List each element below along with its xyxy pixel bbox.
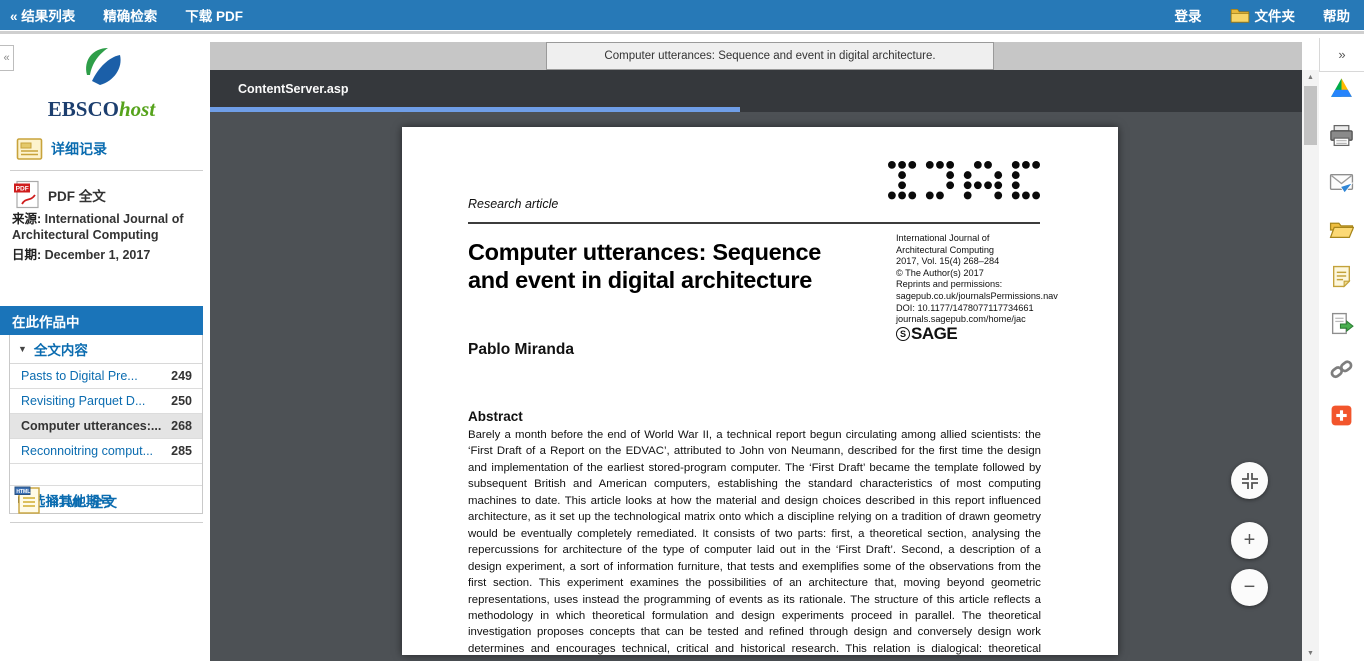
print-button[interactable] [1329, 123, 1354, 148]
export-icon [1329, 311, 1354, 336]
toc-title: Computer utterances:... [21, 419, 161, 433]
scroll-down-button[interactable]: ▼ [1302, 646, 1319, 661]
full-text-contents-label: 全文内容 [34, 339, 88, 359]
toc-title: Pasts to Digital Pre... [21, 369, 138, 383]
toc-item-1[interactable]: Pasts to Digital Pre... 249 [10, 364, 202, 389]
html-file-icon: HTML [14, 486, 41, 515]
toc-item-2[interactable]: Revisiting Parquet D... 250 [10, 389, 202, 414]
toc-title: Revisiting Parquet D... [21, 394, 145, 408]
document-title-tab[interactable]: Computer utterances: Sequence and event … [546, 42, 994, 70]
host-wordmark: host [119, 97, 155, 121]
email-icon [1329, 170, 1354, 195]
toc-page: 268 [171, 419, 192, 433]
source-label: 来源: [12, 212, 41, 226]
tools-panel: » [1319, 34, 1364, 661]
top-divider [0, 31, 1364, 34]
date-label: 日期: [12, 248, 41, 262]
source-info: 来源: International Journal of Architectur… [12, 212, 184, 243]
pdf-viewer-toolbar: ContentServer.asp [210, 70, 1302, 112]
notes-button[interactable] [1329, 264, 1354, 289]
fit-to-page-icon [1241, 472, 1259, 490]
zoom-out-button[interactable]: − [1231, 569, 1268, 606]
notes-icon [1329, 264, 1354, 289]
in-this-work-header: 在此作品中 [0, 306, 203, 335]
content-server-label: ContentServer.asp [238, 70, 348, 107]
zoom-in-button[interactable]: + [1231, 522, 1268, 559]
toc-spacer [10, 464, 202, 485]
ebsco-wordmark: EBSCO [48, 97, 119, 121]
toc-item-3-current[interactable]: Computer utterances:... 268 [10, 414, 202, 439]
scroll-up-button[interactable]: ▲ [1302, 70, 1319, 85]
ebscohost-logo: EBSCOhost [0, 44, 203, 122]
download-pdf-link[interactable]: 下载 PDF [185, 5, 243, 25]
html-full-text-item[interactable]: HTML HTML 全文 [14, 486, 117, 515]
article-type: Research article [468, 197, 558, 211]
permalink-button[interactable] [1329, 357, 1354, 382]
pdf-file-icon: PDF [13, 180, 40, 209]
chevron-down-icon: ▼ [18, 344, 27, 354]
detailed-record-label: 详细记录 [51, 139, 107, 159]
sign-in-link[interactable]: 登录 [1175, 5, 1202, 25]
abstract-heading: Abstract [468, 409, 523, 424]
fit-to-page-button[interactable] [1231, 462, 1268, 499]
pdf-full-text-label: PDF 全文 [48, 185, 106, 205]
add-icon [1329, 403, 1354, 428]
article-title: Computer utterances: Sequence and event … [468, 239, 821, 294]
google-drive-button[interactable] [1329, 76, 1354, 101]
export-button[interactable] [1329, 311, 1354, 336]
sage-logo: S SAGE [896, 324, 957, 344]
folder-link[interactable]: 文件夹 [1230, 5, 1296, 25]
toc-item-4[interactable]: Reconnoitring comput... 285 [10, 439, 202, 464]
ijac-journal-logo [888, 161, 1040, 219]
folder-icon [1329, 217, 1354, 242]
toc-title: Reconnoitring comput... [21, 444, 153, 458]
date-info: 日期: December 1, 2017 [12, 248, 150, 264]
author-name: Pablo Miranda [468, 341, 574, 359]
collapse-tools-button[interactable]: » [1319, 38, 1364, 72]
pdf-full-text-item[interactable]: PDF PDF 全文 [13, 180, 106, 209]
email-button[interactable] [1329, 170, 1354, 195]
add-to-folder-button[interactable] [1329, 217, 1354, 242]
sidebar-divider [10, 522, 203, 523]
help-link[interactable]: 帮助 [1323, 5, 1350, 25]
svg-text:HTML: HTML [16, 489, 30, 495]
print-icon [1329, 123, 1354, 148]
document-title-bar: Computer utterances: Sequence and event … [210, 42, 1302, 70]
full-text-contents-toggle[interactable]: ▼ 全文内容 [10, 335, 202, 364]
folder-icon [1230, 7, 1250, 23]
google-drive-icon [1329, 76, 1354, 99]
add-share-button[interactable] [1329, 403, 1354, 428]
toc-page: 250 [171, 394, 192, 408]
date-value: December 1, 2017 [45, 248, 151, 262]
html-full-text-label: HTML 全文 [49, 491, 117, 511]
source-value-2: Architectural Computing [12, 228, 159, 242]
header-rule [468, 222, 1040, 224]
scrollbar-thumb[interactable] [1304, 86, 1317, 145]
pdf-page: Research article Computer utterances: Se… [402, 127, 1118, 655]
back-to-result-list-link[interactable]: « 结果列表 [10, 5, 75, 25]
abstract-text: Barely a month before the end of World W… [468, 427, 1041, 655]
sidebar-divider [10, 170, 203, 171]
toc-page: 285 [171, 444, 192, 458]
vertical-scrollbar[interactable]: ▲ ▼ [1302, 70, 1319, 661]
detailed-record-item[interactable]: 详细记录 [16, 137, 107, 161]
ebsco-globe-icon [79, 44, 125, 90]
left-sidebar: « EBSCOhost 详细记录 PDF PDF 全文 来源: Internat… [0, 34, 203, 661]
detailed-record-icon [16, 137, 43, 161]
refine-search-link[interactable]: 精确检索 [103, 5, 157, 25]
top-navigation-bar: « 结果列表 精确检索 下载 PDF 登录 文件夹 帮助 [0, 0, 1364, 30]
journal-info-block: International Journal of Architectural C… [896, 233, 1058, 326]
svg-text:PDF: PDF [16, 186, 29, 193]
pdf-viewport[interactable]: Research article Computer utterances: Se… [210, 112, 1302, 661]
toc-page: 249 [171, 369, 192, 383]
sage-s-icon: S [896, 327, 910, 341]
source-value-1: International Journal of [45, 212, 184, 226]
permalink-icon [1329, 357, 1354, 382]
